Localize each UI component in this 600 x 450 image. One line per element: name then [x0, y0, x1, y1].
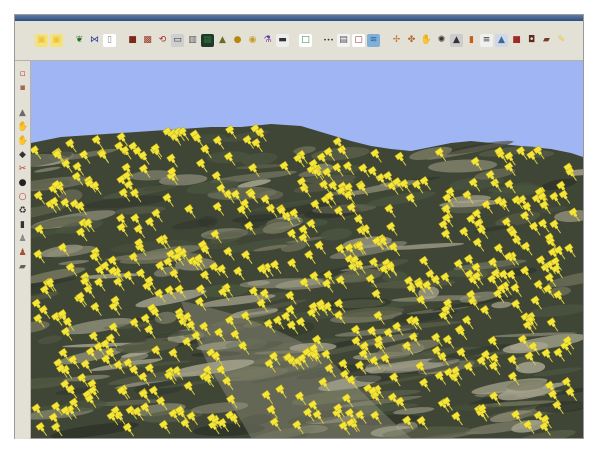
clipboard-icon[interactable]: ▫: [17, 69, 28, 80]
left-toolbar: ▫ ▪ ▲ ✋ ✋ ◆ ✂ ● ○ ♻ ▮ ♟ ♟ ▰: [15, 61, 31, 439]
disc-icon[interactable]: ◉: [246, 34, 259, 47]
tube-icon[interactable]: ▮: [465, 34, 478, 47]
text-box-icon[interactable]: ▬: [276, 34, 289, 47]
recycle-icon[interactable]: ♻: [17, 206, 28, 217]
terrain-icon[interactable]: ▲: [216, 34, 229, 47]
main-toolbar: ▣ ▣ ❦ ⋈ ▯ ■ ▩ ⟲ ▭ ▥ ▦ ▲ ● ◉ ⚗ ▬ □ ••• ▤ ▢ ≋ ✢ ✤ ✋ ✺ ▲ ▮ ≡ ▲ ■ ◘ ▰ ✎: [15, 21, 583, 61]
box-icon[interactable]: ■: [510, 34, 523, 47]
toolbar-separator: [291, 34, 297, 47]
mannequin-icon[interactable]: ✤: [405, 34, 418, 47]
layers-icon[interactable]: ▰: [17, 262, 28, 273]
hand-icon[interactable]: ✋: [420, 34, 433, 47]
triangle-icon[interactable]: ▲: [17, 108, 28, 119]
layers-icon[interactable]: ▰: [540, 34, 553, 47]
flask-icon[interactable]: ⚗: [261, 34, 274, 47]
bowtie-icon[interactable]: ⋈: [88, 34, 101, 47]
chip-icon[interactable]: ▦: [201, 34, 214, 47]
sidebar-separator: [17, 97, 28, 105]
stamp-icon[interactable]: ▮: [17, 220, 28, 231]
scene-viewport[interactable]: [31, 61, 583, 438]
save-icon[interactable]: ▣: [50, 34, 63, 47]
terrain-scene[interactable]: [31, 61, 583, 438]
application-window: ▣ ▣ ❦ ⋈ ▯ ■ ▩ ⟲ ▭ ▥ ▦ ▲ ● ◉ ⚗ ▬ □ ••• ▤ ▢ ≋ ✢ ✤ ✋ ✺ ▲ ▮ ≡ ▲ ■ ◘ ▰ ✎ ▫ ▪ ▲ ✋…: [14, 14, 584, 439]
card-icon[interactable]: ▢: [352, 34, 365, 47]
drop-icon[interactable]: ◆: [17, 150, 28, 161]
document-icon[interactable]: ▤: [337, 34, 350, 47]
box-icon[interactable]: ▪: [17, 83, 28, 94]
toolbar-separator: [382, 34, 388, 47]
landscape-photo-icon[interactable]: ▲: [495, 34, 508, 47]
figure-icon[interactable]: ✢: [390, 34, 403, 47]
list-icon[interactable]: ≡: [480, 34, 493, 47]
scissors-icon[interactable]: ✂: [17, 164, 28, 175]
toolbar-separator: [65, 34, 71, 47]
monitor-icon[interactable]: ▭: [171, 34, 184, 47]
mountain-icon[interactable]: ▲: [450, 34, 463, 47]
film-icon[interactable]: ■: [126, 34, 139, 47]
finger-icon[interactable]: ✋: [17, 136, 28, 147]
trash-icon[interactable]: ▥: [186, 34, 199, 47]
figure-icon[interactable]: ♟: [17, 248, 28, 259]
pencil-icon[interactable]: ✎: [555, 34, 568, 47]
folder-open-icon[interactable]: ▣: [35, 34, 48, 47]
person-icon[interactable]: ♟: [17, 234, 28, 245]
lasso-icon[interactable]: ⟲: [156, 34, 169, 47]
circle-icon[interactable]: ○: [17, 192, 28, 203]
dots-icon[interactable]: •••: [322, 34, 335, 47]
blank-frame-icon[interactable]: □: [299, 34, 312, 47]
page-icon[interactable]: ▯: [103, 34, 116, 47]
gear-icon[interactable]: ✺: [435, 34, 448, 47]
camera-icon[interactable]: ◘: [525, 34, 538, 47]
picture-icon[interactable]: ▩: [141, 34, 154, 47]
toolbar-separator: [118, 34, 124, 47]
butterfly-icon[interactable]: ❦: [73, 34, 86, 47]
landscape-icon[interactable]: ≋: [367, 34, 380, 47]
toolbar-separator: [314, 34, 320, 47]
globe-icon[interactable]: ●: [231, 34, 244, 47]
hand-icon[interactable]: ✋: [17, 122, 28, 133]
ball-icon[interactable]: ●: [17, 178, 28, 189]
